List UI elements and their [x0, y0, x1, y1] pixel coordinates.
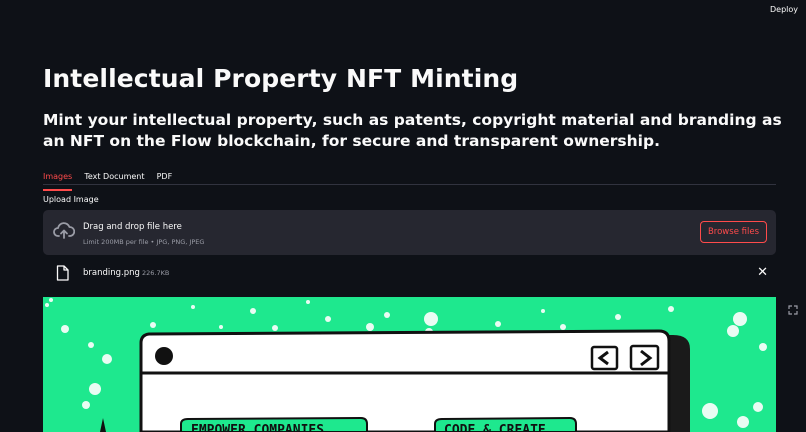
page-title: Intellectual Property NFT Minting [43, 64, 519, 93]
file-dropzone[interactable]: Drag and drop file here Limit 200MB per … [43, 210, 776, 255]
branding-illustration: EMPOWER COMPANIES CODE & CREATE [45, 298, 767, 432]
tab-pdf[interactable]: PDF [157, 172, 173, 189]
dropzone-hint: Limit 200MB per file • JPG, PNG, JPEG [83, 238, 205, 246]
banner-right-text: CODE & CREATE [444, 423, 546, 432]
remove-file-icon[interactable]: ✕ [757, 265, 768, 281]
file-size: 226.7KB [142, 269, 170, 277]
upload-label: Upload Image [43, 195, 99, 204]
tab-images[interactable]: Images [43, 172, 73, 191]
dropzone-title: Drag and drop file here [83, 222, 182, 232]
deploy-button[interactable]: Deploy [770, 5, 798, 14]
browse-files-button[interactable]: Browse files [699, 221, 767, 243]
banner-left-text: EMPOWER COMPANIES [191, 423, 324, 432]
cloud-upload-icon [53, 222, 76, 244]
image-preview: EMPOWER COMPANIES CODE & CREATE [43, 297, 776, 432]
fullscreen-icon[interactable] [788, 300, 798, 319]
tab-bar: Images Text Document PDF [43, 164, 776, 191]
page-subtitle: Mint your intellectual property, such as… [43, 111, 782, 150]
tab-text-document[interactable]: Text Document [84, 172, 144, 189]
uploaded-file-row: branding.png 226.7KB ✕ [56, 265, 768, 283]
file-name: branding.png [83, 268, 140, 278]
file-icon [56, 265, 69, 285]
